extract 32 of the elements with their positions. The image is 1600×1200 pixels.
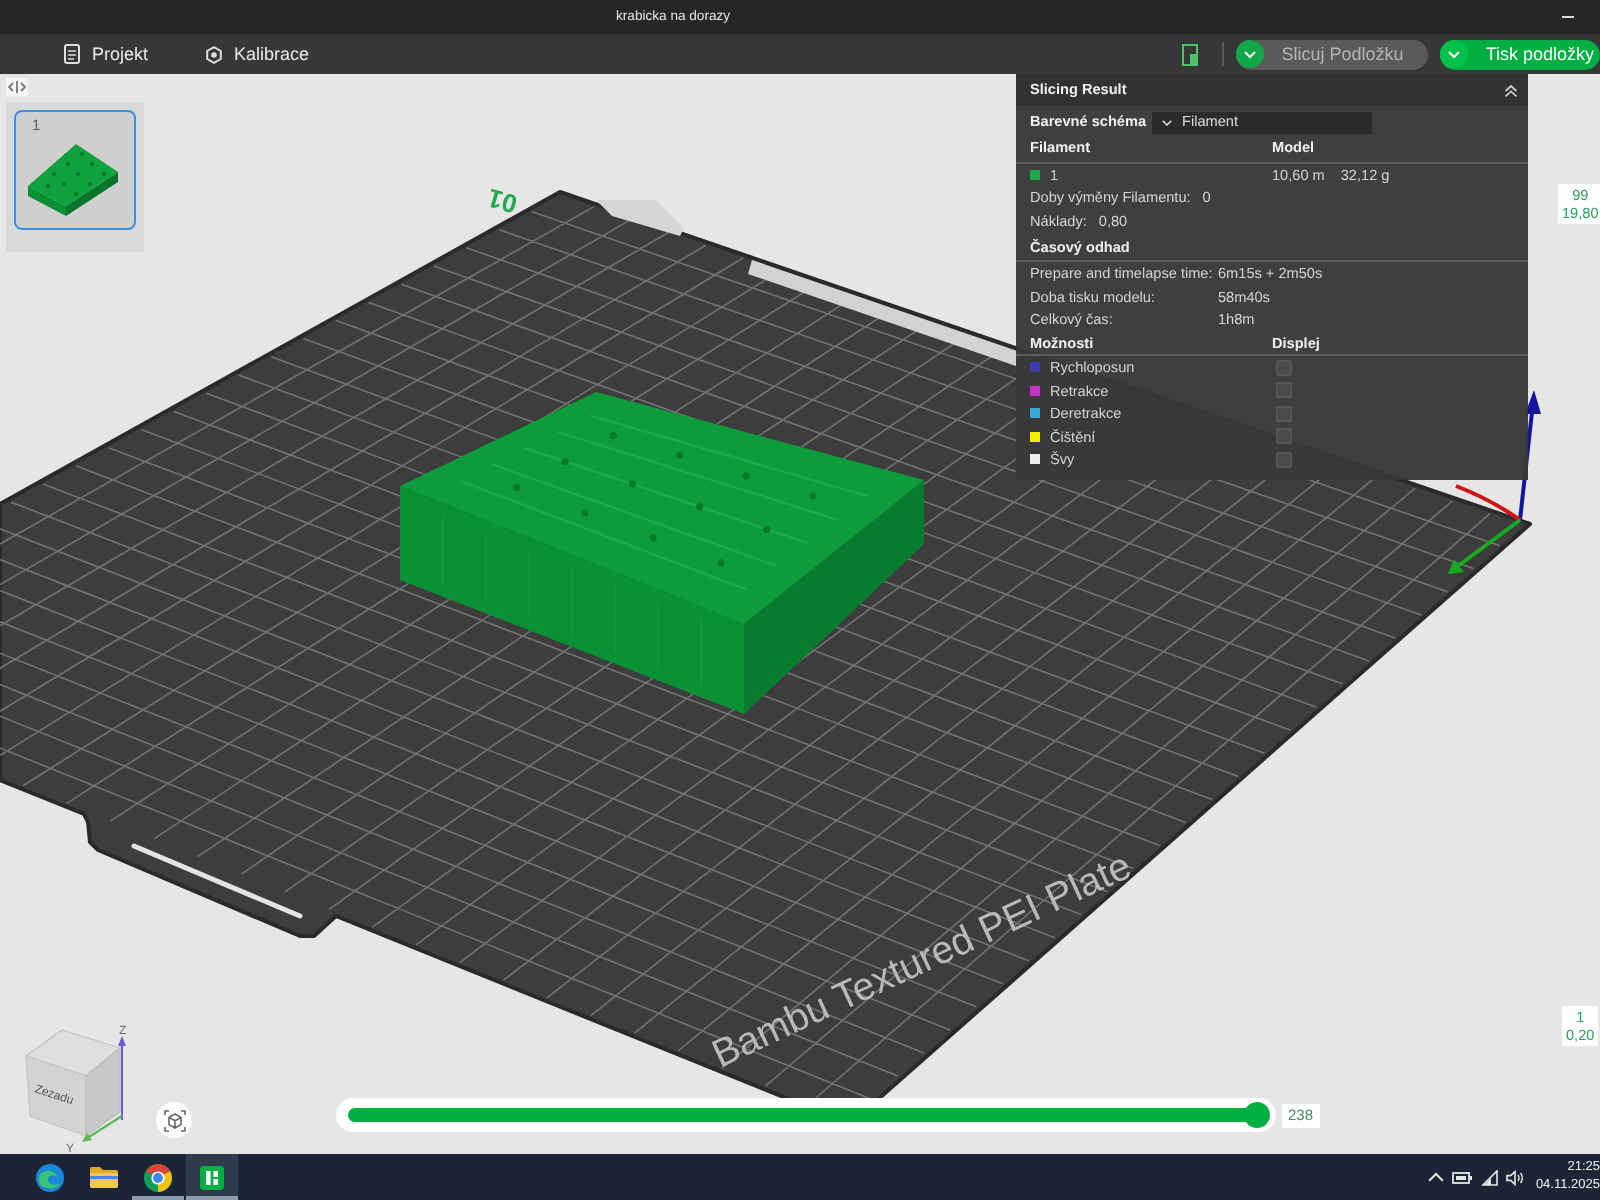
z-axis-arrow xyxy=(1518,390,1541,521)
action-button: Slicuj Podložku xyxy=(1235,39,1428,69)
app-tile-icon[interactable] xyxy=(200,1165,224,1189)
plate-slot xyxy=(596,200,684,236)
display-checkbox[interactable] xyxy=(1276,359,1292,376)
collapse-icon[interactable] xyxy=(1504,83,1518,97)
toolbar-tab[interactable]: Kalibrace xyxy=(206,38,310,70)
document-icon xyxy=(64,44,80,64)
hexagon-icon xyxy=(206,45,223,63)
caret-icon xyxy=(1162,119,1172,125)
toolbar-tab[interactable]: Projekt xyxy=(64,38,149,70)
chevron-up-icon[interactable] xyxy=(1427,1172,1444,1182)
y-axis-arrow xyxy=(1448,518,1522,574)
segmented-circle-icon[interactable] xyxy=(144,1163,172,1191)
plate-number: 01 xyxy=(484,182,521,220)
sidebar-toggle-icon[interactable] xyxy=(6,78,28,96)
swirl-icon[interactable] xyxy=(36,1163,64,1191)
move-slider-track[interactable] xyxy=(336,1098,1276,1132)
signal-icon[interactable] xyxy=(1479,1169,1498,1185)
block-icon xyxy=(26,143,118,217)
folder-icon[interactable] xyxy=(90,1166,118,1188)
display-checkbox[interactable] xyxy=(1276,428,1292,445)
split-layout-icon[interactable] xyxy=(1181,43,1198,65)
cube-icon xyxy=(163,1109,185,1131)
slider-thumb[interactable] xyxy=(1243,1102,1269,1128)
display-checkbox[interactable] xyxy=(1276,451,1292,468)
taskbar-app-button[interactable] xyxy=(186,1154,238,1200)
z-axis-arrow xyxy=(118,1036,126,1121)
speaker-icon[interactable] xyxy=(1505,1169,1524,1185)
y-axis-arrow xyxy=(82,1115,123,1142)
caret-icon[interactable] xyxy=(1439,40,1468,68)
battery-icon[interactable] xyxy=(1451,1171,1472,1183)
